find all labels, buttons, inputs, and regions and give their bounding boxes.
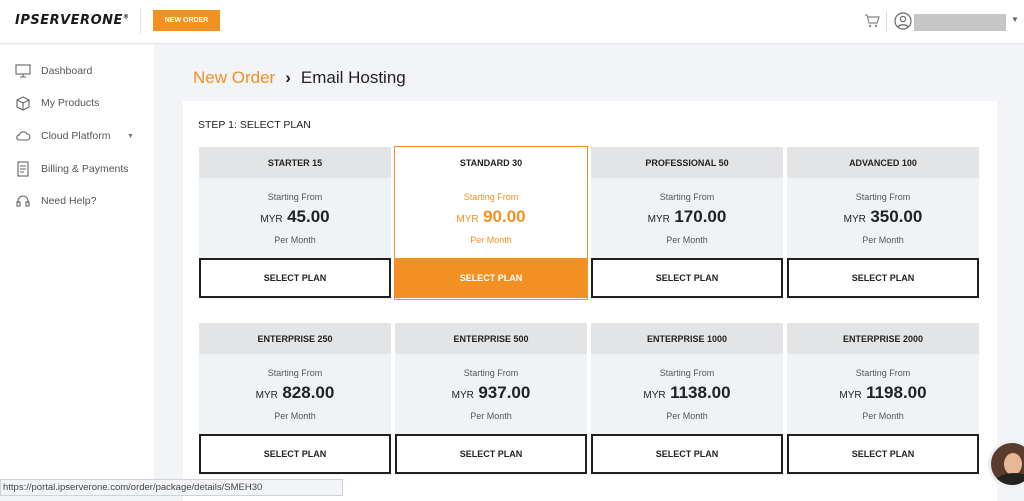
plan-name: ENTERPRISE 250 [199,323,391,354]
user-name-redacted[interactable] [914,14,1006,31]
sidebar-item-cloud-platform[interactable]: Cloud Platform ▼ [0,124,154,148]
plan-name: ENTERPRISE 1000 [591,323,783,354]
plan-card: ADVANCED 100 Starting From MYR 350.00 Pe… [787,147,979,299]
period-label: Per Month [274,411,316,421]
select-plan-button[interactable]: SELECT PLAN [199,258,391,298]
status-bar-url: https://portal.ipserverone.com/order/pac… [0,479,343,496]
sidebar-item-my-products[interactable]: My Products [0,91,154,115]
select-plan-button[interactable]: SELECT PLAN [591,258,783,298]
period-label: Per Month [470,235,512,245]
cloud-icon [15,128,31,144]
breadcrumb: New Order › Email Hosting [193,68,406,88]
new-order-button[interactable]: NEW ORDER [153,10,220,31]
divider [140,8,141,34]
plan-price: MYR 45.00 [260,207,330,226]
sidebar-item-dashboard[interactable]: Dashboard [0,59,154,83]
cart-icon[interactable] [864,13,880,29]
sidebar-item-billing[interactable]: Billing & Payments [0,157,154,181]
plan-card: ENTERPRISE 500 Starting From MYR 937.00 … [395,323,587,475]
select-plan-button[interactable]: SELECT PLAN [199,434,391,474]
sidebar-item-label: Need Help? [41,195,97,207]
select-plan-button[interactable]: SELECT PLAN [787,258,979,298]
plan-price: MYR 1198.00 [839,383,927,402]
period-label: Per Month [470,411,512,421]
chevron-down-icon: ▼ [127,132,134,140]
starting-from-label: Starting From [463,368,519,378]
step-title: STEP 1: SELECT PLAN [198,119,311,131]
plan-price: MYR 350.00 [843,207,923,226]
top-bar: IPSERVERONE® NEW ORDER ▼ [0,0,1024,44]
select-plan-button[interactable]: SELECT PLAN [591,434,783,474]
period-label: Per Month [666,411,708,421]
plan-panel: STEP 1: SELECT PLAN STARTER 15 Starting … [183,101,997,501]
plan-card: ENTERPRISE 2000 Starting From MYR 1198.0… [787,323,979,475]
plan-card: ENTERPRISE 1000 Starting From MYR 1138.0… [591,323,783,475]
breadcrumb-parent[interactable]: New Order [193,68,275,87]
breadcrumb-separator: › [285,68,291,87]
headset-icon [15,193,31,209]
brand-logo[interactable]: IPSERVERONE® [15,13,129,28]
plan-price: MYR 937.00 [451,383,531,402]
sidebar-item-need-help[interactable]: Need Help? [0,189,154,213]
plan-card-selected: STANDARD 30 Starting From MYR 90.00 Per … [394,146,588,300]
period-label: Per Month [666,235,708,245]
starting-from-label: Starting From [659,192,715,202]
chevron-down-icon[interactable]: ▼ [1011,15,1019,24]
plan-name: STARTER 15 [199,147,391,178]
plan-price: MYR 170.00 [647,207,727,226]
period-label: Per Month [862,235,904,245]
plan-name: ENTERPRISE 500 [395,323,587,354]
starting-from-label: Starting From [267,192,323,202]
plan-name: STANDARD 30 [395,147,587,178]
starting-from-label: Starting From [267,368,323,378]
avatar-face [1004,453,1022,475]
sidebar-item-label: Dashboard [41,65,93,77]
divider [886,12,887,32]
select-plan-button[interactable]: SELECT PLAN [395,258,587,298]
sidebar: Dashboard My Products Cloud Platform ▼ B… [0,45,154,496]
plan-name: ADVANCED 100 [787,147,979,178]
select-plan-button[interactable]: SELECT PLAN [395,434,587,474]
box-icon [15,95,31,111]
monitor-icon [15,63,31,79]
plan-price: MYR 828.00 [255,383,335,402]
sidebar-item-label: Billing & Payments [41,163,129,175]
plan-card: ENTERPRISE 250 Starting From MYR 828.00 … [199,323,391,475]
plan-name: PROFESSIONAL 50 [591,147,783,178]
invoice-icon [15,161,31,177]
page-title: Email Hosting [300,68,406,87]
period-label: Per Month [274,235,316,245]
starting-from-label: Starting From [855,192,911,202]
main-content: New Order › Email Hosting STEP 1: SELECT P… [154,45,1024,501]
select-plan-button[interactable]: SELECT PLAN [787,434,979,474]
period-label: Per Month [862,411,904,421]
starting-from-label: Starting From [855,368,911,378]
plan-price: MYR 1138.00 [643,383,731,402]
starting-from-label: Starting From [463,192,519,202]
plan-name: ENTERPRISE 2000 [787,323,979,354]
plan-card: PROFESSIONAL 50 Starting From MYR 170.00… [591,147,783,299]
sidebar-item-label: Cloud Platform [41,130,111,142]
starting-from-label: Starting From [659,368,715,378]
plan-price: MYR 90.00 [456,207,526,226]
sidebar-item-label: My Products [41,97,100,109]
plan-card: STARTER 15 Starting From MYR 45.00 Per M… [199,147,391,299]
user-icon[interactable] [894,12,912,30]
